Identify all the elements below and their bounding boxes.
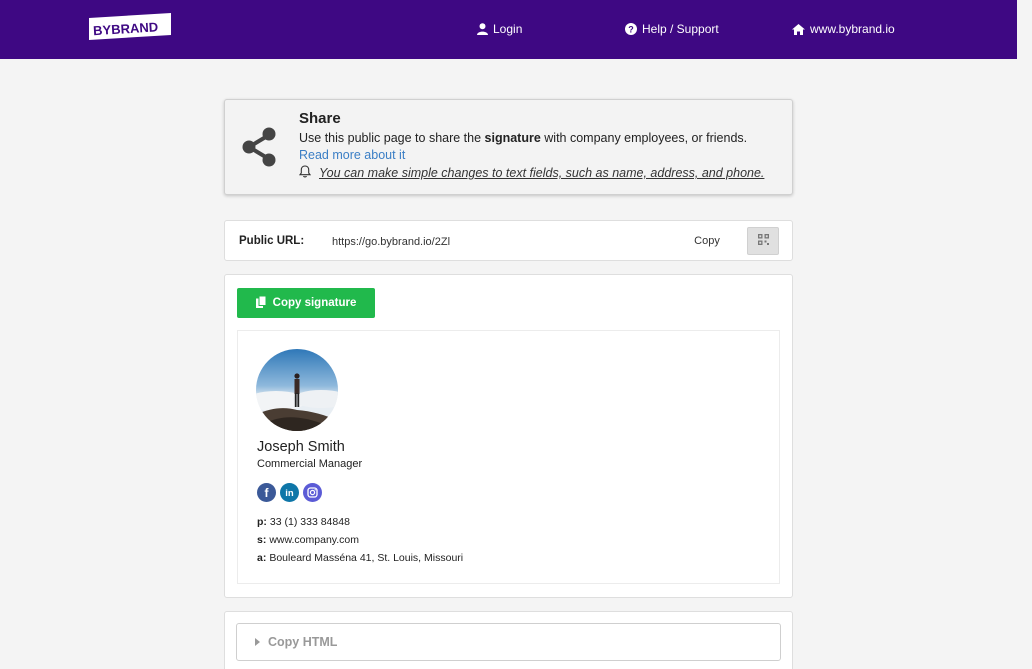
share-info-card: Share Use this public page to share the … — [224, 99, 793, 195]
website-label: www.bybrand.io — [810, 22, 895, 36]
svg-text:?: ? — [628, 24, 634, 34]
signature-site: s: www.company.com — [257, 534, 360, 546]
qr-code-button[interactable] — [747, 227, 779, 255]
help-support-link[interactable]: ? Help / Support — [625, 22, 719, 36]
website-link[interactable]: www.bybrand.io — [792, 22, 895, 36]
help-support-label: Help / Support — [642, 22, 719, 36]
public-url-card: Public URL: Copy — [224, 220, 793, 261]
avatar — [256, 349, 338, 431]
share-title: Share — [299, 110, 341, 127]
public-url-input[interactable] — [332, 234, 460, 250]
share-description: Use this public page to share the signat… — [299, 131, 748, 145]
share-icon — [241, 127, 277, 172]
home-icon — [792, 23, 805, 35]
caret-right-icon — [255, 635, 260, 649]
signature-phone: p: 33 (1) 333 84848 — [257, 516, 350, 528]
copy-html-label: Copy HTML — [268, 635, 338, 649]
copy-signature-button[interactable]: Copy signature — [237, 288, 375, 318]
social-icons: f in — [257, 483, 322, 502]
public-url-label: Public URL: — [239, 235, 305, 247]
signature-address: a: Bouleard Masséna 41, St. Louis, Missou… — [257, 552, 464, 564]
copy-signature-label: Copy signature — [272, 297, 357, 309]
copy-url-button[interactable]: Copy — [684, 232, 730, 250]
signature-role: Commercial Manager — [257, 458, 363, 470]
svg-text:f: f — [265, 486, 270, 500]
bell-icon — [298, 165, 312, 181]
top-navbar: BYBRAND Login ? Help / Support www.bybra… — [0, 0, 1017, 59]
signature-preview: Joseph Smith Commercial Manager f in p: 3… — [237, 330, 780, 584]
signature-name: Joseph Smith — [257, 439, 345, 455]
copy-html-card: Copy HTML — [224, 611, 793, 669]
question-circle-icon: ? — [625, 23, 637, 35]
facebook-icon[interactable]: f — [257, 483, 276, 502]
bybrand-logo[interactable]: BYBRAND — [89, 13, 171, 40]
login-link[interactable]: Login — [477, 22, 522, 36]
share-note-text: You can make simple changes to text fiel… — [319, 166, 765, 180]
scrollbar-track[interactable] — [1017, 0, 1032, 669]
svg-text:in: in — [285, 488, 294, 499]
qr-code-icon — [757, 232, 769, 250]
read-more-link[interactable]: Read more about it — [299, 148, 405, 162]
user-icon — [477, 23, 488, 35]
login-label: Login — [493, 22, 523, 36]
signature-card: Copy signature Joseph Smith Commercial M… — [224, 274, 793, 598]
copy-html-toggle[interactable]: Copy HTML — [236, 623, 781, 661]
linkedin-icon[interactable]: in — [280, 483, 299, 502]
instagram-icon[interactable] — [303, 483, 322, 502]
share-note: You can make simple changes to text fiel… — [298, 165, 765, 181]
copy-icon — [255, 295, 267, 311]
